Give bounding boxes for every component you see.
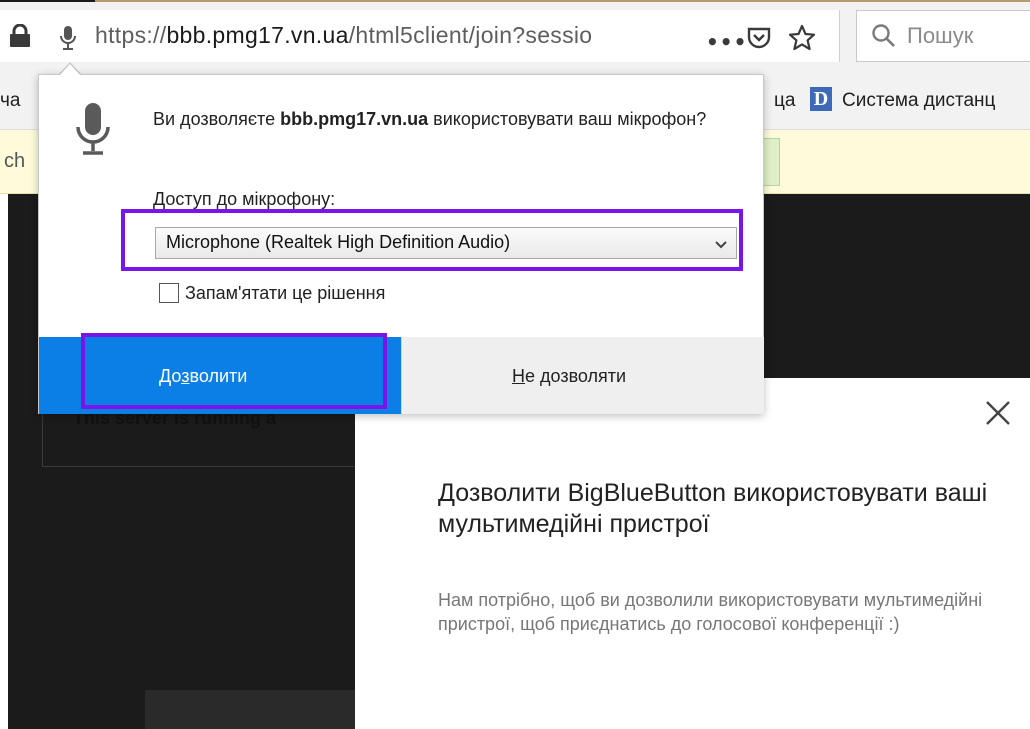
lock-icon[interactable] xyxy=(8,23,34,52)
deny-label-accel: Н xyxy=(512,366,525,386)
permission-question: Ви дозволяєте bbb.pmg17.vn.ua використов… xyxy=(153,105,733,133)
url-host: bbb.pmg17.vn.ua xyxy=(166,22,349,48)
allow-button[interactable]: Дозволити xyxy=(39,337,401,414)
allow-button-label: Дозволити xyxy=(159,366,247,387)
microphone-icon xyxy=(73,101,113,165)
search-icon xyxy=(871,23,897,53)
url-path: /html5client/join?sessio xyxy=(348,22,593,48)
modal-title: Дозволити BigBlueButton використовувати … xyxy=(438,479,988,538)
bookmark-item-left[interactable]: ча xyxy=(0,90,20,112)
deny-label-suffix: е дозволяти xyxy=(525,366,627,386)
microphone-permission-popup: Ви дозволяєте bbb.pmg17.vn.ua використов… xyxy=(38,74,764,414)
popup-arrow-fill xyxy=(59,64,81,76)
search-placeholder: Пошук xyxy=(907,23,974,48)
bookmark-star-icon[interactable] xyxy=(788,24,816,56)
allow-label-prefix: До xyxy=(159,366,182,386)
address-bar[interactable]: https://bbb.pmg17.vn.ua/html5client/join… xyxy=(0,10,840,62)
bottom-panel xyxy=(145,690,385,729)
device-select-highlight: Microphone (Realtek High Definition Audi… xyxy=(121,209,743,271)
pocket-icon[interactable] xyxy=(746,26,772,54)
page-left-edge xyxy=(0,194,8,729)
deny-button[interactable]: Не дозволяти xyxy=(401,337,764,414)
microphone-permission-icon[interactable] xyxy=(58,24,78,56)
chevron-down-icon xyxy=(714,236,728,255)
bookmark-item-distance-system[interactable]: Система дистанц xyxy=(842,90,995,112)
url-text[interactable]: https://bbb.pmg17.vn.ua/html5client/join… xyxy=(95,22,695,49)
navigation-toolbar: https://bbb.pmg17.vn.ua/html5client/join… xyxy=(0,2,1030,68)
question-host: bbb.pmg17.vn.ua xyxy=(280,109,429,129)
microphone-device-select[interactable]: Microphone (Realtek High Definition Audi… xyxy=(155,227,737,259)
modal-description: Нам потрібно, щоб ви дозволили використо… xyxy=(438,590,983,634)
remember-checkbox[interactable] xyxy=(159,283,179,303)
allow-label-suffix: волити xyxy=(189,366,248,386)
notification-text: ch xyxy=(4,150,26,172)
bookmark-item-mid[interactable]: ца xyxy=(774,90,795,112)
page-actions-menu-button[interactable]: ••• xyxy=(706,30,747,54)
remember-label: Запам'ятати це рішення xyxy=(185,283,386,303)
search-box[interactable]: Пошук xyxy=(856,10,1030,62)
url-fade xyxy=(650,20,695,52)
close-icon[interactable] xyxy=(985,400,1011,426)
deny-button-label: Не дозволяти xyxy=(512,366,626,387)
url-prefix: https:// xyxy=(95,22,167,48)
bookmark-favicon: D xyxy=(810,87,832,111)
question-prefix: Ви дозволяєте xyxy=(153,109,281,129)
access-label: Доступ до мікрофону: xyxy=(153,189,336,209)
selected-device: Microphone (Realtek High Definition Audi… xyxy=(166,232,511,252)
media-permission-modal: Дозволити BigBlueButton використовувати … xyxy=(355,378,1030,729)
question-suffix: використовувати ваш мікрофон? xyxy=(428,109,707,129)
